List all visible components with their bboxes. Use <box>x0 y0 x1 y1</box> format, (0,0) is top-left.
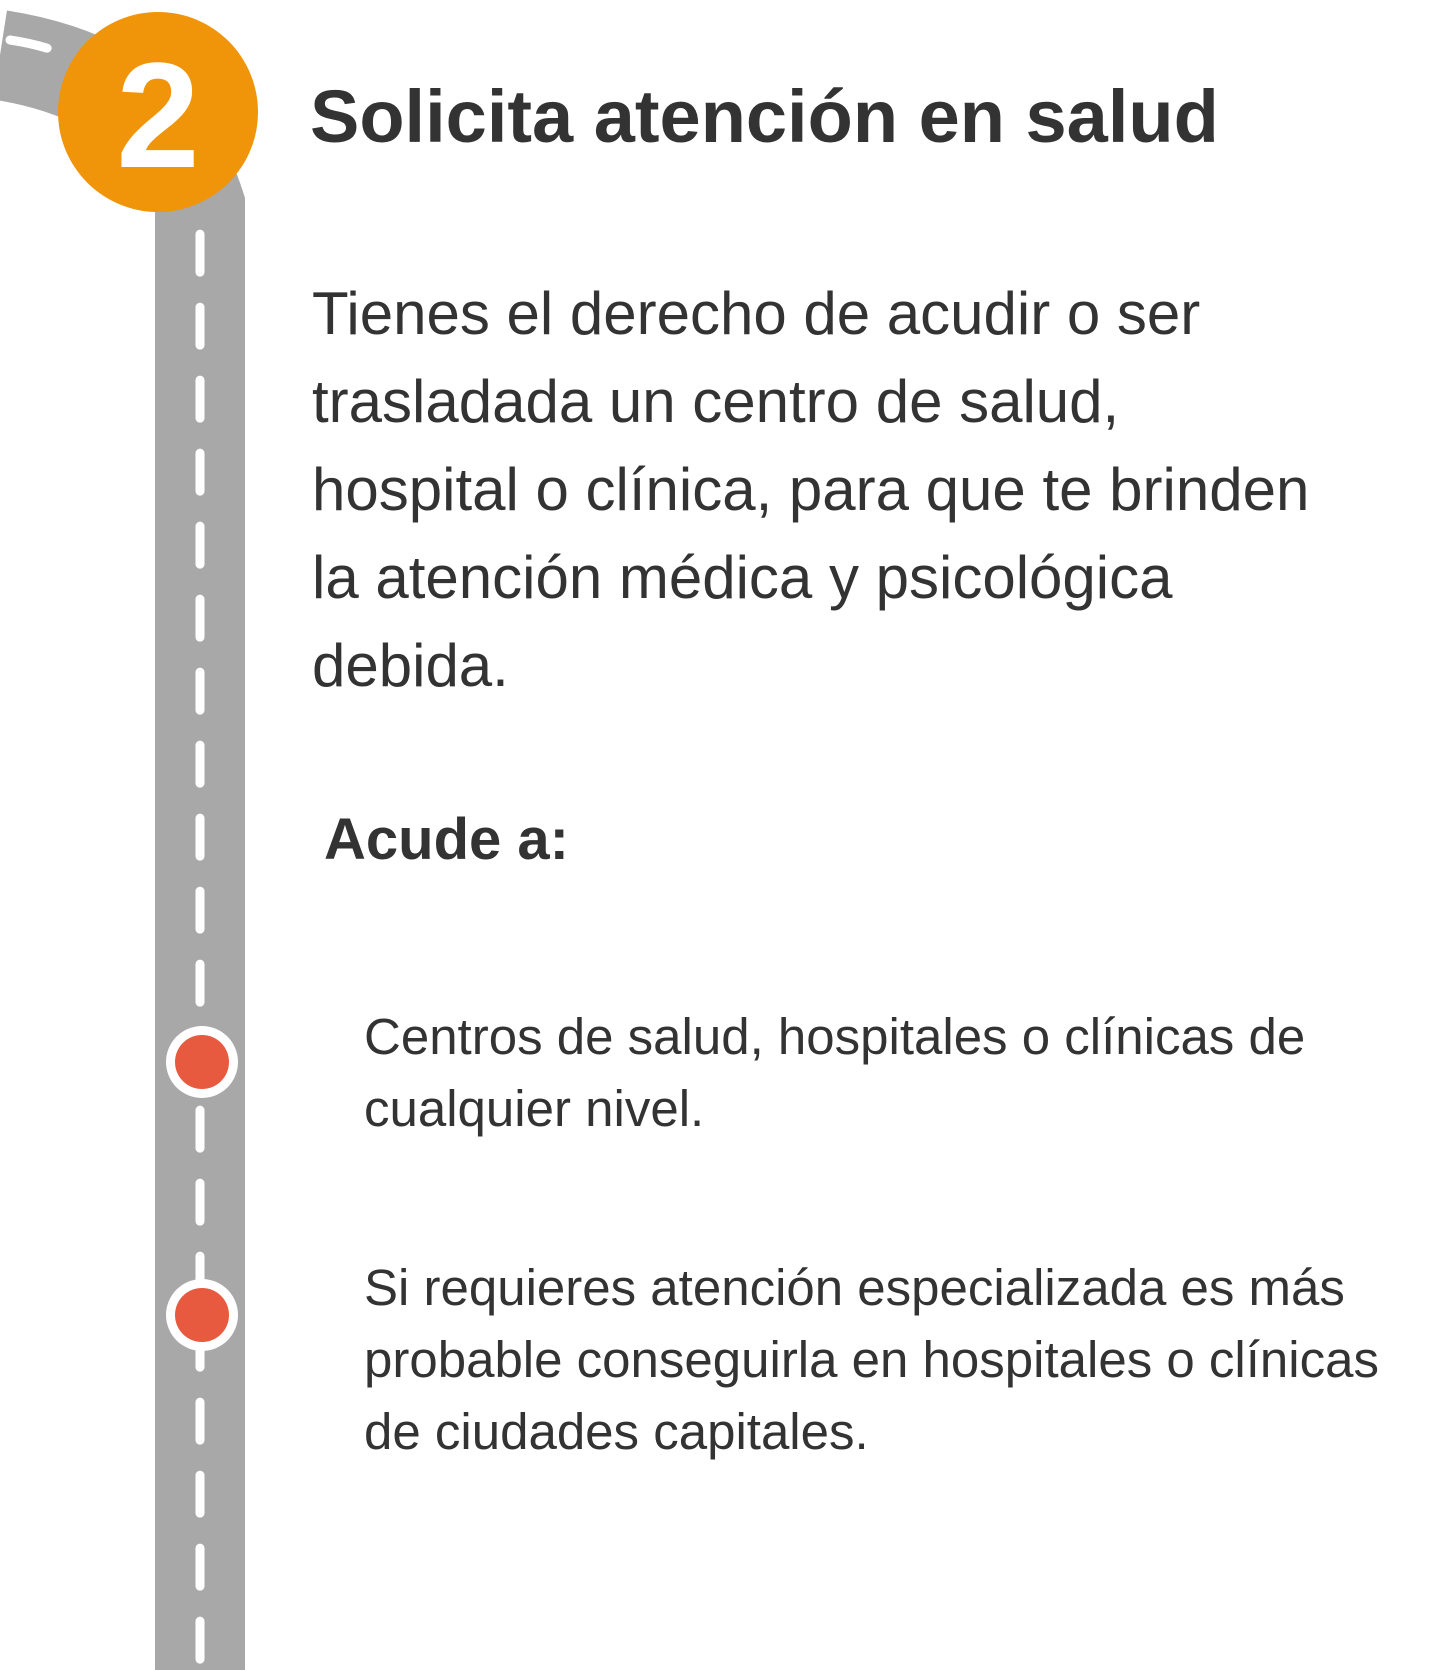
road <box>0 10 245 1670</box>
go-to-heading: Acude a: <box>324 807 569 872</box>
option-item-specialized-care: Si requieres atención especializada es m… <box>364 1259 1379 1460</box>
road-illustration <box>0 10 245 1670</box>
step-number-badge: 2 <box>58 12 258 212</box>
option-item-health-centers: Centros de salud, hospitales o clínicas … <box>364 1008 1306 1137</box>
milestone-marker-1 <box>166 1026 238 1098</box>
milestone-dot <box>175 1035 229 1089</box>
step-title: Solicita atención en salud <box>310 75 1219 158</box>
milestone-marker-2 <box>166 1279 238 1351</box>
step-number: 2 <box>116 31 200 199</box>
intro-paragraph: Tienes el derecho de acudir o ser trasla… <box>312 280 1310 699</box>
milestone-dot <box>175 1288 229 1342</box>
